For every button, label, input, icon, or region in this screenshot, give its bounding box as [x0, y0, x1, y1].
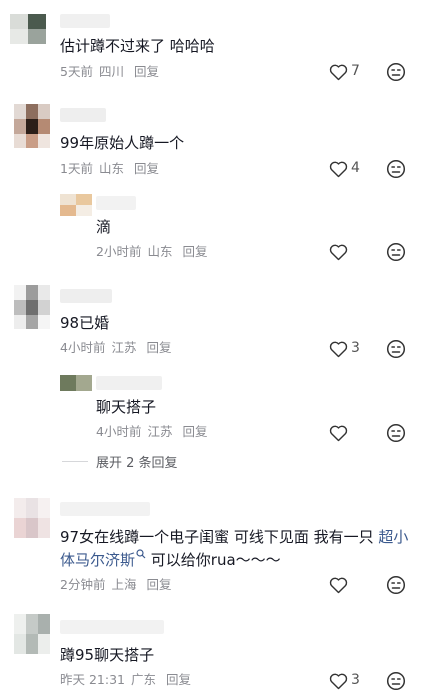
username[interactable] [96, 376, 162, 390]
like-button[interactable] [329, 242, 389, 264]
heart-icon [329, 341, 348, 358]
comment-meta: 5天前 四川 回复 [60, 63, 159, 81]
comment-text: 98已婚 [60, 314, 110, 332]
expand-replies-button[interactable]: 展开 2 条回复 [96, 452, 178, 471]
username[interactable] [60, 502, 150, 516]
comment-text-line2: 体马尔济斯 可以给你rua～～～ [60, 549, 281, 571]
reply-meta: 4小时前 江苏 回复 [96, 423, 207, 441]
username[interactable] [60, 289, 112, 303]
dislike-icon[interactable] [386, 62, 406, 82]
reply-location: 江苏 [147, 424, 173, 439]
comment-location: 广东 [131, 672, 157, 687]
comment-text: 97女在线蹲一个电子闺蜜 可线下见面 我有一只 超小 [60, 526, 408, 548]
comment-text-part: 可以给你rua～～～ [146, 551, 281, 569]
comment-text: 估计蹲不过来了 哈哈哈 [60, 37, 215, 55]
avatar[interactable] [14, 498, 50, 538]
dislike-icon[interactable] [386, 671, 406, 691]
dislike-icon[interactable] [386, 339, 406, 359]
comment-text-part: 97女在线蹲一个电子闺蜜 可线下见面 我有一只 [60, 528, 379, 546]
avatar[interactable] [14, 104, 50, 148]
like-button[interactable] [329, 575, 389, 597]
reply-button[interactable]: 回复 [182, 244, 207, 259]
comment-time: 4小时前 [60, 340, 106, 355]
comment-text: 99年原始人蹲一个 [60, 134, 185, 152]
comment-location: 上海 [111, 577, 137, 592]
comment-time: 昨天 21:31 [60, 672, 125, 687]
expand-divider [62, 461, 88, 462]
like-count: 7 [351, 63, 360, 79]
reply-text: 聊天搭子 [96, 398, 157, 416]
like-button[interactable]: 3 [329, 671, 389, 693]
comment-meta: 2分钟前 上海 回复 [60, 576, 171, 594]
heart-icon [329, 577, 348, 594]
comment-meta: 昨天 21:31 广东 回复 [60, 671, 191, 689]
heart-icon [329, 425, 348, 442]
heart-icon [329, 673, 348, 690]
product-link[interactable]: 体马尔济斯 [60, 551, 135, 569]
comment-location: 山东 [98, 161, 124, 176]
comment-text: 蹲95聊天搭子 [60, 646, 155, 664]
avatar[interactable] [60, 375, 92, 391]
username[interactable] [60, 108, 106, 122]
avatar[interactable] [14, 285, 50, 329]
reply-meta: 2小时前 山东 回复 [96, 243, 207, 261]
dislike-icon[interactable] [386, 242, 406, 262]
comment-meta: 1天前 山东 回复 [60, 160, 159, 178]
username[interactable] [60, 14, 110, 28]
reply-time: 2小时前 [96, 244, 142, 259]
reply-button[interactable]: 回复 [146, 577, 171, 592]
heart-icon [329, 161, 348, 178]
reply-button[interactable]: 回复 [146, 340, 171, 355]
username[interactable] [96, 196, 136, 210]
like-count: 3 [351, 340, 360, 356]
reply-button[interactable]: 回复 [134, 64, 159, 79]
reply-button[interactable]: 回复 [182, 424, 207, 439]
reply-location: 山东 [147, 244, 173, 259]
dislike-icon[interactable] [386, 423, 406, 443]
reply-text: 滴 [96, 218, 112, 236]
dislike-icon[interactable] [386, 575, 406, 595]
like-button[interactable] [329, 423, 389, 445]
like-count: 3 [351, 672, 360, 688]
avatar[interactable] [14, 614, 50, 654]
comment-location: 四川 [98, 64, 124, 79]
reply-time: 4小时前 [96, 424, 142, 439]
like-button[interactable]: 3 [329, 339, 389, 361]
comment-time: 1天前 [60, 161, 93, 176]
like-button[interactable]: 4 [329, 159, 389, 181]
search-icon[interactable] [136, 549, 146, 559]
heart-icon [329, 244, 348, 261]
comment-time: 2分钟前 [60, 577, 106, 592]
dislike-icon[interactable] [386, 159, 406, 179]
product-link[interactable]: 超小 [378, 528, 408, 546]
like-button[interactable]: 7 [329, 62, 389, 84]
reply-button[interactable]: 回复 [134, 161, 159, 176]
avatar[interactable] [60, 194, 92, 216]
comment-time: 5天前 [60, 64, 93, 79]
reply-button[interactable]: 回复 [166, 672, 191, 687]
avatar[interactable] [10, 14, 46, 44]
comment-meta: 4小时前 江苏 回复 [60, 339, 171, 357]
username[interactable] [60, 620, 164, 634]
comment-location: 江苏 [111, 340, 137, 355]
like-count: 4 [351, 160, 360, 176]
heart-icon [329, 64, 348, 81]
